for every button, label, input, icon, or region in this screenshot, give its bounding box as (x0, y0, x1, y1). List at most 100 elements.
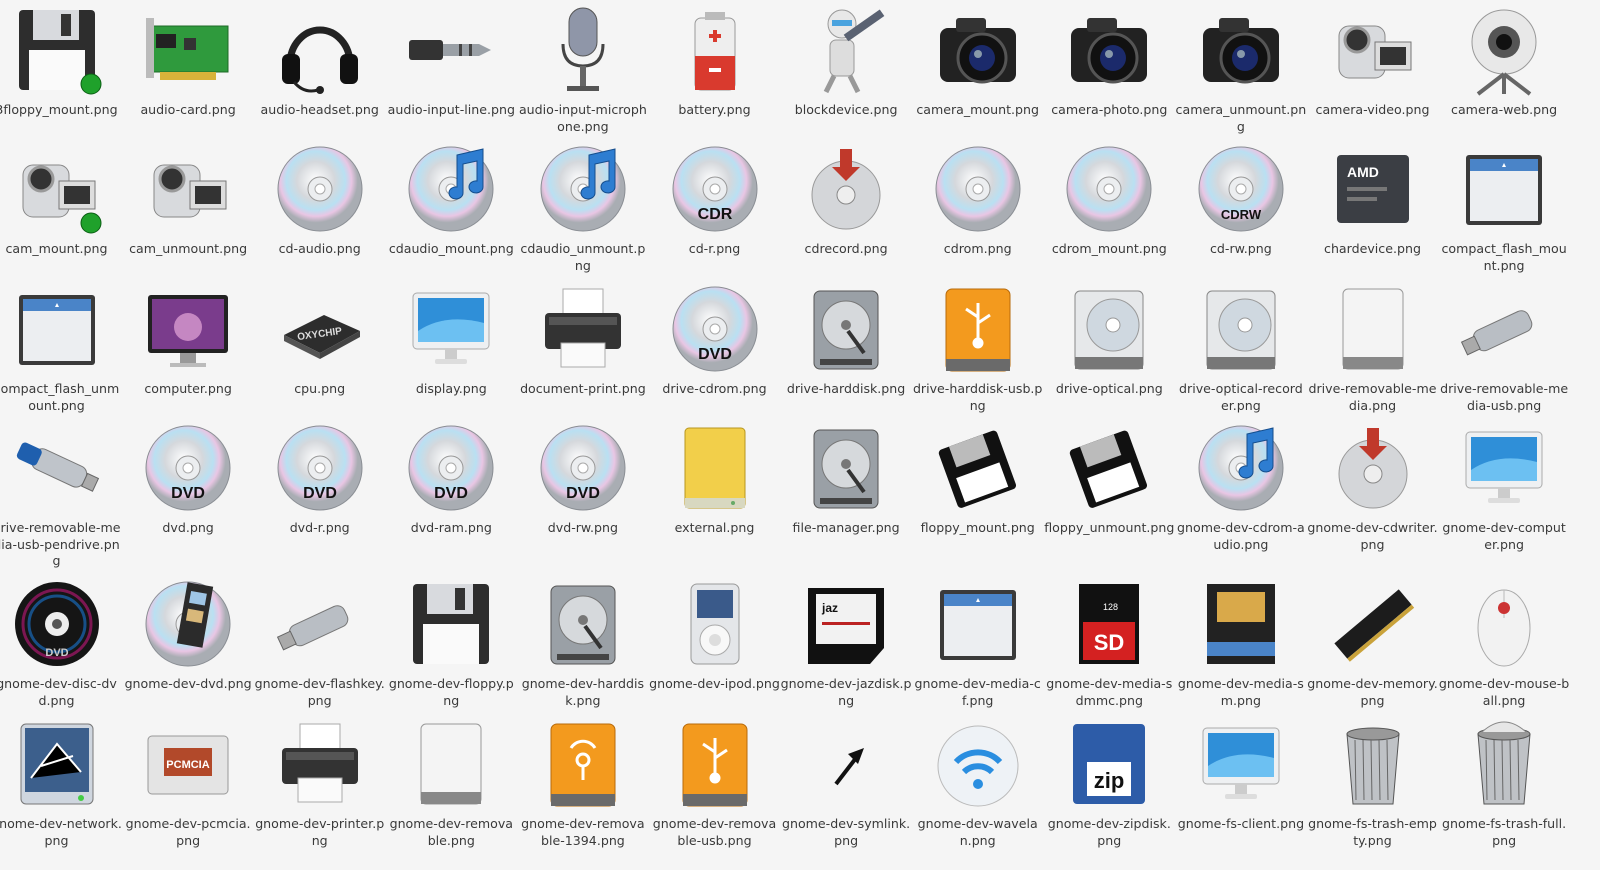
file-item[interactable]: gnome-dev-memory.png (1307, 576, 1438, 709)
file-item[interactable]: drive-removable-media.png (1307, 281, 1438, 414)
file-item[interactable]: CDRW cd-rw.png (1175, 141, 1306, 258)
file-item[interactable]: gnome-fs-trash-full.png (1439, 716, 1570, 849)
file-label: drive-removable-media.png (1308, 381, 1437, 413)
file-item[interactable]: gnome-dev-mouse-ball.png (1439, 576, 1570, 709)
file-item[interactable]: gnome-dev-flashkey.png (254, 576, 385, 709)
file-item[interactable]: compact_flash_unmount.png (0, 281, 122, 414)
harddisk-icon (533, 576, 633, 672)
file-item[interactable]: zip gnome-dev-zipdisk.png (1044, 716, 1175, 849)
file-item[interactable]: battery.png (649, 2, 780, 119)
file-label: drive-optical-recorder.png (1179, 381, 1303, 413)
file-item[interactable]: drive-removable-media-usb.png (1439, 281, 1570, 414)
file-item[interactable]: gnome-dev-removable.png (386, 716, 517, 849)
file-item[interactable]: SD 128 gnome-dev-media-sdmmc.png (1044, 576, 1175, 709)
file-item[interactable]: gnome-dev-removable-1394.png (517, 716, 648, 849)
file-item[interactable]: drive-removable-media-usb-pendrive.png (0, 420, 122, 570)
file-label: gnome-dev-memory.png (1307, 676, 1438, 708)
file-item[interactable]: camera_unmount.png (1175, 2, 1306, 135)
file-item[interactable]: camera-web.png (1439, 2, 1570, 119)
file-item[interactable]: gnome-dev-floppy.png (386, 576, 517, 709)
file-item[interactable]: drive-optical.png (1044, 281, 1175, 398)
file-item[interactable]: cdrecord.png (781, 141, 912, 258)
audio-card-icon (138, 2, 238, 98)
file-item[interactable]: blockdevice.png (781, 2, 912, 119)
file-label: cpu.png (294, 381, 346, 396)
file-item[interactable]: gnome-fs-trash-empty.png (1307, 716, 1438, 849)
file-item[interactable]: compact_flash_mount.png (1439, 141, 1570, 274)
file-item[interactable]: cam_mount.png (0, 141, 122, 258)
file-item[interactable]: audio-input-line.png (386, 2, 517, 119)
svg-text:DVD: DVD (434, 485, 468, 502)
file-item[interactable]: file-manager.png (781, 420, 912, 537)
file-item[interactable]: jaz gnome-dev-jazdisk.png (781, 576, 912, 709)
firewire-drive-icon (533, 716, 633, 812)
file-label: drive-optical.png (1055, 381, 1163, 396)
file-item[interactable]: DVD dvd-r.png (254, 420, 385, 537)
file-item[interactable]: gnome-dev-ipod.png (649, 576, 780, 693)
file-label: drive-cdrom.png (662, 381, 767, 396)
file-label: camera_unmount.png (1175, 102, 1307, 134)
file-item[interactable]: cd-audio.png (254, 141, 385, 258)
file-item[interactable]: gnome-dev-removable-usb.png (649, 716, 780, 849)
file-item[interactable]: cdaudio_mount.png (386, 141, 517, 258)
file-item[interactable]: DVD dvd-rw.png (517, 420, 648, 537)
file-item[interactable]: external.png (649, 420, 780, 537)
camera-icon (928, 2, 1028, 98)
file-item[interactable]: drive-harddisk-usb.png (912, 281, 1043, 414)
file-label: gnome-dev-removable.png (389, 816, 514, 848)
file-item[interactable]: drive-optical-recorder.png (1175, 281, 1306, 414)
file-item[interactable]: gnome-dev-cdrom-audio.png (1175, 420, 1306, 553)
file-item[interactable]: camera_mount.png (912, 2, 1043, 119)
file-item[interactable]: gnome-dev-media-sm.png (1175, 576, 1306, 709)
file-item[interactable]: AMD chardevice.png (1307, 141, 1438, 258)
file-item[interactable]: gnome-dev-printer.png (254, 716, 385, 849)
file-item[interactable]: gnome-dev-harddisk.png (517, 576, 648, 709)
file-item[interactable]: computer.png (123, 281, 254, 398)
svg-text:PCMCIA: PCMCIA (166, 759, 209, 771)
file-item[interactable]: gnome-dev-dvd.png (123, 576, 254, 693)
file-item[interactable]: document-print.png (517, 281, 648, 398)
file-item[interactable]: gnome-dev-network.png (0, 716, 122, 849)
file-item[interactable]: DVD dvd.png (123, 420, 254, 537)
file-item[interactable]: drive-harddisk.png (781, 281, 912, 398)
file-item[interactable]: cam_unmount.png (123, 141, 254, 258)
file-item[interactable]: display.png (386, 281, 517, 398)
file-item[interactable]: floppy_mount.png (912, 420, 1043, 537)
file-item[interactable]: gnome-fs-client.png (1175, 716, 1306, 833)
svg-text:DVD: DVD (303, 485, 337, 502)
icon-grid: 3floppy_mount.png audio-card.png audio-hea… (0, 0, 1600, 870)
file-item[interactable]: gnome-dev-wavelan.png (912, 716, 1043, 849)
memory-stick-icon (1323, 576, 1423, 672)
file-item[interactable]: camera-video.png (1307, 2, 1438, 119)
file-label: gnome-dev-flashkey.png (254, 676, 385, 708)
file-item[interactable]: CDR cd-r.png (649, 141, 780, 258)
disc-icon (1059, 141, 1159, 237)
file-item[interactable]: floppy_unmount.png (1044, 420, 1175, 537)
file-item[interactable]: gnome-dev-computer.png (1439, 420, 1570, 553)
file-item[interactable]: camera-photo.png (1044, 2, 1175, 119)
file-item[interactable]: DVD gnome-dev-disc-dvd.png (0, 576, 122, 709)
file-label: gnome-dev-dvd.png (124, 676, 252, 691)
file-item[interactable]: audio-input-microphone.png (517, 2, 648, 135)
svg-text:128: 128 (1103, 602, 1118, 612)
file-item[interactable]: PCMCIA gnome-dev-pcmcia.png (123, 716, 254, 849)
file-item[interactable]: DVD dvd-ram.png (386, 420, 517, 537)
file-item[interactable]: audio-card.png (123, 2, 254, 119)
file-item[interactable]: cdaudio_unmount.png (517, 141, 648, 274)
disc-icon: DVD (138, 420, 238, 516)
svg-text:DVD: DVD (45, 647, 68, 659)
file-item[interactable]: OXYCHIP cpu.png (254, 281, 385, 398)
file-item[interactable]: audio-headset.png (254, 2, 385, 119)
file-label: gnome-dev-cdrom-audio.png (1177, 520, 1305, 552)
file-item[interactable]: gnome-dev-cdwriter.png (1307, 420, 1438, 553)
chip-board-icon: AMD (1323, 141, 1423, 237)
file-item[interactable]: cdrom_mount.png (1044, 141, 1175, 258)
file-item[interactable]: 3floppy_mount.png (0, 2, 122, 119)
file-label: cdrom_mount.png (1051, 241, 1167, 256)
file-label: battery.png (678, 102, 751, 117)
file-label: gnome-dev-printer.png (255, 816, 385, 848)
file-item[interactable]: gnome-dev-media-cf.png (912, 576, 1043, 709)
file-item[interactable]: DVD drive-cdrom.png (649, 281, 780, 398)
file-item[interactable]: gnome-dev-symlink.png (781, 716, 912, 849)
file-item[interactable]: cdrom.png (912, 141, 1043, 258)
